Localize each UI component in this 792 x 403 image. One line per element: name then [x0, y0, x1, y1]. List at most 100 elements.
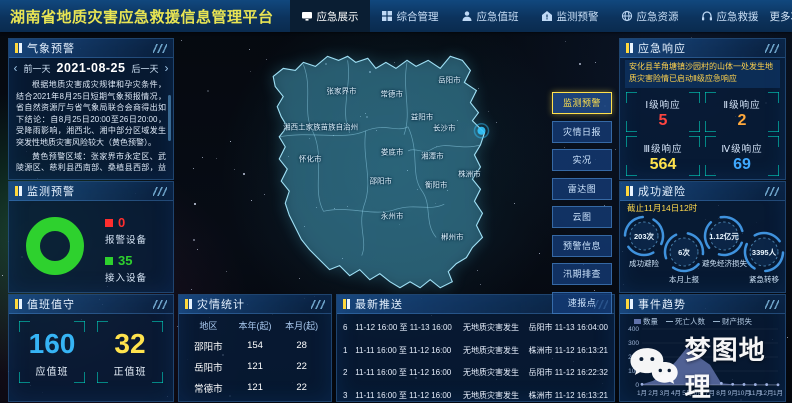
- currently-on-duty-count: 32: [97, 328, 163, 360]
- map-button-disaster-daily[interactable]: 灾情日报: [552, 121, 612, 143]
- legend-line-icon: [713, 319, 720, 324]
- stats-col-year: 本年(起): [232, 319, 279, 332]
- stats-col-month: 本月(起): [278, 319, 325, 332]
- panel-header-icon: [15, 299, 23, 309]
- more-functions-button[interactable]: 更多功能: [770, 9, 792, 24]
- prev-day-button[interactable]: 前一天: [24, 62, 51, 75]
- map-city-label: 怀化市: [299, 153, 322, 164]
- level2-response-box: Ⅱ级响应 2: [705, 92, 779, 132]
- should-be-on-duty-label: 应值班: [19, 363, 85, 378]
- panel-header-icon: [185, 299, 193, 309]
- panel-header-icon: [15, 43, 23, 53]
- table-row[interactable]: 岳阳市 121 22: [179, 356, 331, 377]
- panel-header-icon: [15, 186, 23, 196]
- alarm-device-label: 报警设备: [105, 232, 147, 246]
- weather-paragraph-2: 黄色预警区域：张家界市永定区、武陵源区、慈利县西南部、桑植县西部，益阳市赫山区西…: [16, 151, 166, 175]
- currently-on-duty-label: 正值班: [97, 363, 163, 378]
- map-city-label: 益阳市: [411, 111, 434, 122]
- should-be-on-duty-box: 160 应值班: [19, 321, 85, 383]
- level4-response-count: 69: [705, 156, 779, 174]
- list-item[interactable]: 3 11-11 16:00 至 11-12 16:00 无地质灾害发生 株洲市 …: [337, 386, 614, 403]
- panel-corner-decor-icon: [153, 44, 167, 53]
- level2-response-count: 2: [705, 112, 779, 130]
- top-bar: 湖南省地质灾害应急救援信息管理平台 应急展示 综合管理 应急值班 监测预警 应急…: [0, 0, 792, 32]
- connected-device-count: 35: [118, 253, 132, 268]
- weather-warning-panel: 气象预警 ‹ 前一天 2021-08-25 后一天 › 根据地质灾害成灾规律和孕…: [8, 38, 174, 180]
- headset-icon: [701, 10, 713, 22]
- map-button-monitor-warning[interactable]: 监测预警: [552, 92, 612, 114]
- nav-emergency-display[interactable]: 应急展示: [290, 0, 370, 32]
- map-city-label: 常德市: [381, 89, 404, 100]
- panel-title: 灾情统计: [197, 296, 245, 312]
- scrollbar[interactable]: [168, 95, 171, 141]
- panel-title: 成功避险: [638, 183, 686, 199]
- nav-emergency-duty[interactable]: 应急值班: [450, 0, 530, 32]
- map-button-cloud[interactable]: 云图: [552, 206, 612, 228]
- list-item[interactable]: 6 11-12 16:00 至 11-13 16:00 无地质灾害发生 岳阳市 …: [337, 319, 614, 337]
- connected-device-label: 接入设备: [105, 270, 147, 284]
- map-city-label: 郴州市: [441, 231, 464, 242]
- nav-comprehensive-management[interactable]: 综合管理: [370, 0, 450, 32]
- table-row[interactable]: 常德市 121 22: [179, 377, 331, 398]
- next-day-button[interactable]: 后一天: [131, 62, 158, 75]
- panel-title: 事件趋势: [638, 296, 686, 312]
- nav-monitoring-warning[interactable]: 监测预警: [530, 0, 610, 32]
- map-city-label: 株洲市: [458, 169, 481, 180]
- panel-corner-decor-icon: [153, 300, 167, 309]
- stats-table-header: 地区 本年(起) 本月(起): [179, 316, 331, 335]
- successful-avoidance-panel: 成功避险 截止11月14日12时 203次 成功避险 6次 本月上报: [619, 181, 786, 293]
- device-donut-chart: [23, 214, 87, 278]
- grid-icon: [381, 10, 393, 22]
- weather-date: 2021-08-25: [57, 61, 126, 75]
- as-of-timestamp: 截止11月14日12时: [627, 202, 697, 214]
- map-city-label: 娄底市: [381, 146, 404, 157]
- watermark-text: 梦图地理: [685, 330, 792, 403]
- legend-line-icon: [666, 319, 673, 324]
- weather-forecast-text: 根据地质灾害成灾规律和孕灾条件，结合2021年8月25日短期气象预报情况，省自然…: [9, 77, 173, 175]
- map-city-label: 湘西土家族苗族自治州: [283, 121, 358, 132]
- map-city-label: 张家界市: [327, 86, 357, 97]
- level1-response-count: 5: [626, 112, 700, 130]
- list-item[interactable]: 1 11-11 16:00 至 11-12 16:00 无地质灾害发生 株洲市 …: [337, 341, 614, 359]
- nav-label: 应急值班: [477, 9, 519, 24]
- nav-label: 综合管理: [397, 9, 439, 24]
- disaster-statistics-panel: 灾情统计 地区 本年(起) 本月(起) 邵阳市 154 28 岳阳市 121 2…: [178, 294, 332, 402]
- nav-label: 应急救援: [717, 9, 759, 24]
- next-arrow-icon[interactable]: ›: [164, 61, 168, 75]
- panel-corner-decor-icon: [765, 187, 779, 196]
- map-button-report-points[interactable]: 速报点: [552, 292, 612, 314]
- panel-corner-decor-icon: [153, 187, 167, 196]
- map-city-label: 衡阳市: [425, 180, 448, 191]
- level3-response-count: 564: [626, 156, 700, 174]
- map-button-warning-info[interactable]: 预警信息: [552, 235, 612, 257]
- panel-title: 应急响应: [638, 40, 686, 56]
- weather-paragraph-1: 根据地质灾害成灾规律和孕灾条件，结合2021年8月25日短期气象预报情况，省自然…: [16, 79, 166, 149]
- panel-header-icon: [626, 299, 634, 309]
- panel-corner-decor-icon: [765, 300, 779, 309]
- main-nav: 应急展示 综合管理 应急值班 监测预警 应急资源 应急救援: [290, 0, 770, 32]
- province-map[interactable]: 张家界市常德市岳阳市湘西土家族苗族自治州益阳市长沙市娄底市湘潭市怀化市株洲市邵阳…: [243, 40, 565, 292]
- nav-label: 应急资源: [637, 9, 679, 24]
- nav-emergency-resources[interactable]: 应急资源: [610, 0, 690, 32]
- list-item[interactable]: 2 11-11 16:00 至 11-12 16:00 无地质灾害发生 岳阳市 …: [337, 364, 614, 382]
- dashboard: 湖南省地质灾害应急救援信息管理平台 应急展示 综合管理 应急值班 监测预警 应急…: [0, 0, 792, 403]
- panel-title: 最新推送: [355, 296, 403, 312]
- map-city-label: 长沙市: [433, 122, 456, 133]
- wechat-icon: [627, 344, 679, 390]
- panel-title: 监测预警: [27, 183, 75, 199]
- alarm-device-count: 0: [118, 215, 125, 230]
- gauge-economic-loss-avoided: 1.12亿元 避免经济损失: [702, 214, 746, 269]
- stats-col-region: 地区: [185, 319, 232, 332]
- gauge-monthly-reports: 6次 本月上报: [662, 230, 706, 285]
- nav-emergency-rescue[interactable]: 应急救援: [690, 0, 770, 32]
- app-title: 湖南省地质灾害应急救援信息管理平台: [0, 0, 290, 32]
- monitor-donut-ring: [33, 224, 77, 268]
- table-row[interactable]: 邵阳市 154 28: [179, 335, 331, 356]
- currently-on-duty-box: 32 正值班: [97, 321, 163, 383]
- panel-header-icon: [626, 43, 634, 53]
- map-button-live[interactable]: 实况: [552, 149, 612, 171]
- map-button-flood-inspection[interactable]: 汛期排查: [552, 263, 612, 285]
- prev-arrow-icon[interactable]: ‹: [14, 61, 18, 75]
- map-button-radar[interactable]: 雷达图: [552, 178, 612, 200]
- panel-header-icon: [626, 186, 634, 196]
